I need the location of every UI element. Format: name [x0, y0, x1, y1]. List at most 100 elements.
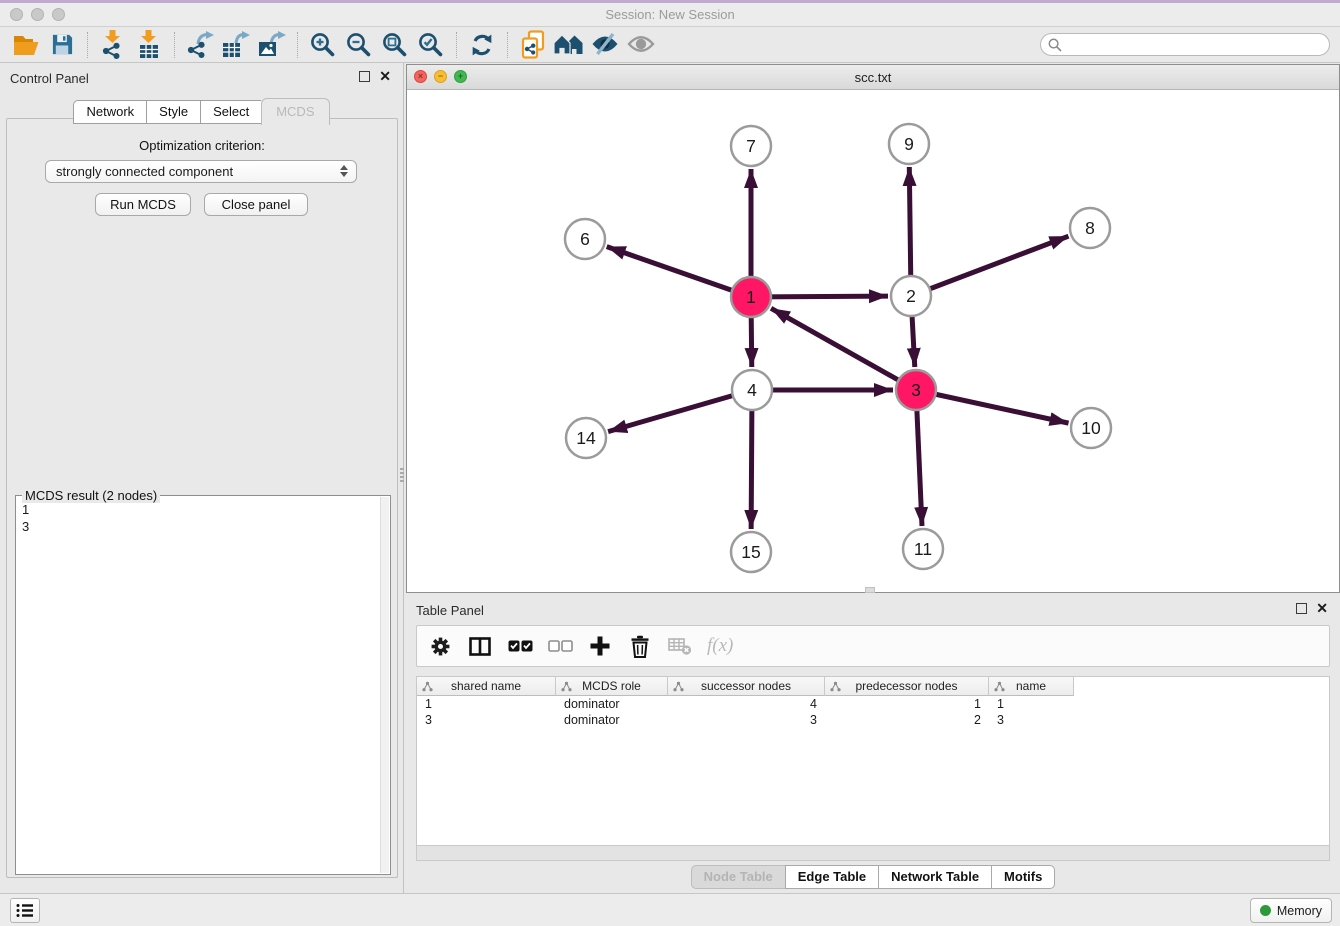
- mcds-result-list[interactable]: 13: [18, 498, 379, 872]
- tab-mcds[interactable]: MCDS: [261, 98, 329, 125]
- toggle-bird-eye-view-icon[interactable]: [623, 29, 659, 61]
- zoom-in-icon[interactable]: [305, 29, 341, 61]
- memory-button[interactable]: Memory: [1250, 898, 1332, 923]
- control-panel-tabs: NetworkStyleSelectMCDS: [0, 97, 403, 124]
- edge-4-14[interactable]: [608, 390, 752, 432]
- unselect-all-icon[interactable]: [547, 631, 573, 661]
- zoom-fit-icon[interactable]: [377, 29, 413, 61]
- node-table[interactable]: shared name MCDS role successor nodesprede…: [416, 676, 1330, 845]
- close-panel-icon[interactable]: ✕: [379, 70, 391, 82]
- cell-mcds-role[interactable]: dominator: [556, 696, 668, 712]
- node-9[interactable]: 9: [889, 124, 929, 164]
- tab-node-table[interactable]: Node Table: [691, 865, 785, 889]
- node-1[interactable]: 1: [731, 277, 771, 317]
- edge-1-6[interactable]: [607, 247, 751, 297]
- node-6[interactable]: 6: [565, 219, 605, 259]
- table-row[interactable]: 1dominator411: [417, 696, 1329, 712]
- table-row[interactable]: 3dominator323: [417, 712, 1329, 728]
- tab-edge-table[interactable]: Edge Table: [785, 865, 878, 889]
- svg-text:11: 11: [914, 539, 932, 559]
- cell-shared-name[interactable]: 1: [417, 696, 556, 712]
- cell-predecessor-nodes[interactable]: 1: [825, 696, 989, 712]
- apply-layout-icon[interactable]: [464, 29, 500, 61]
- table-horizontal-scrollbar[interactable]: [416, 845, 1330, 861]
- node-2[interactable]: 2: [891, 276, 931, 316]
- close-panel-icon[interactable]: ✕: [1316, 602, 1328, 614]
- toolbar-separator: [456, 32, 457, 58]
- node-15[interactable]: 15: [731, 532, 771, 572]
- column-header-successor-nodes[interactable]: successor nodes: [668, 677, 825, 696]
- function-builder-icon[interactable]: f(x): [707, 631, 733, 661]
- cell-name[interactable]: 3: [989, 712, 1074, 728]
- zoom-out-icon[interactable]: [341, 29, 377, 61]
- column-header-predecessor-nodes[interactable]: predecessor nodes: [825, 677, 989, 696]
- svg-text:14: 14: [576, 428, 596, 448]
- node-7[interactable]: 7: [731, 126, 771, 166]
- table-toolbar: f(x): [416, 625, 1330, 667]
- column-label: MCDS role: [582, 679, 641, 693]
- svg-text:8: 8: [1085, 218, 1095, 238]
- table-panel: Table Panel ✕ f(x) shared: [406, 595, 1340, 886]
- export-network-icon[interactable]: [182, 29, 218, 61]
- node-14[interactable]: 14: [566, 418, 606, 458]
- optimization-criterion-select[interactable]: strongly connected component: [45, 160, 357, 183]
- network-canvas[interactable]: 1 2 3 4 6 7 8 9 10 11 14 15: [407, 90, 1339, 592]
- run-mcds-button[interactable]: Run MCDS: [95, 193, 191, 216]
- show-task-history-button[interactable]: [10, 898, 40, 923]
- first-neighbors-icon[interactable]: [551, 29, 587, 61]
- table-body: 1dominator4113dominator323: [417, 696, 1329, 728]
- select-all-icon[interactable]: [507, 631, 533, 661]
- table-options-icon[interactable]: [427, 631, 453, 661]
- svg-text:10: 10: [1081, 418, 1101, 438]
- cell-mcds-role[interactable]: dominator: [556, 712, 668, 728]
- node-4[interactable]: 4: [732, 370, 772, 410]
- delete-table-icon[interactable]: [667, 631, 693, 661]
- mcds-result-line: 3: [22, 518, 375, 535]
- tab-network[interactable]: Network: [73, 100, 146, 124]
- import-network-icon[interactable]: [95, 29, 131, 61]
- close-panel-button[interactable]: Close panel: [204, 193, 308, 216]
- column-header-shared-name[interactable]: shared name: [417, 677, 556, 696]
- float-panel-icon[interactable]: [1296, 603, 1307, 614]
- network-resize-grip[interactable]: [865, 587, 875, 593]
- cell-predecessor-nodes[interactable]: 2: [825, 712, 989, 728]
- edge-2-8[interactable]: [911, 236, 1068, 296]
- edge-3-10[interactable]: [916, 390, 1069, 423]
- save-session-icon[interactable]: [44, 29, 80, 61]
- cell-name[interactable]: 1: [989, 696, 1074, 712]
- delete-columns-icon[interactable]: [627, 631, 653, 661]
- search-box[interactable]: [1040, 33, 1330, 56]
- node-10[interactable]: 10: [1071, 408, 1111, 448]
- svg-text:4: 4: [747, 380, 757, 400]
- import-table-icon[interactable]: [131, 29, 167, 61]
- tab-select[interactable]: Select: [200, 100, 261, 124]
- column-header-name[interactable]: name: [989, 677, 1074, 696]
- cell-shared-name[interactable]: 3: [417, 712, 556, 728]
- cell-successor-nodes[interactable]: 4: [668, 696, 825, 712]
- result-scrollbar[interactable]: [380, 497, 389, 873]
- main-toolbar: [0, 27, 1340, 63]
- clone-network-icon[interactable]: [515, 29, 551, 61]
- tab-motifs[interactable]: Motifs: [991, 865, 1055, 889]
- float-panel-icon[interactable]: [359, 71, 370, 82]
- cell-successor-nodes[interactable]: 3: [668, 712, 825, 728]
- zoom-selected-icon[interactable]: [413, 29, 449, 61]
- network-graph[interactable]: 1 2 3 4 6 7 8 9 10 11 14 15: [407, 90, 1339, 592]
- add-column-icon[interactable]: [587, 631, 613, 661]
- fx-label: f(x): [707, 635, 733, 657]
- export-image-icon[interactable]: [254, 29, 290, 61]
- show-hide-graphics-details-icon[interactable]: [587, 29, 623, 61]
- open-session-icon[interactable]: [8, 29, 44, 61]
- network-window-titlebar[interactable]: × − + scc.txt: [407, 65, 1339, 90]
- tab-style[interactable]: Style: [146, 100, 200, 124]
- show-columns-icon[interactable]: [467, 631, 493, 661]
- panel-split-handle[interactable]: [400, 468, 404, 484]
- column-header-mcds-role[interactable]: MCDS role: [556, 677, 668, 696]
- node-8[interactable]: 8: [1070, 208, 1110, 248]
- tab-network-table[interactable]: Network Table: [878, 865, 991, 889]
- node-3[interactable]: 3: [896, 370, 936, 410]
- export-table-icon[interactable]: [218, 29, 254, 61]
- edge-3-1[interactable]: [771, 308, 916, 390]
- search-input[interactable]: [1062, 35, 1329, 54]
- node-11[interactable]: 11: [903, 529, 943, 569]
